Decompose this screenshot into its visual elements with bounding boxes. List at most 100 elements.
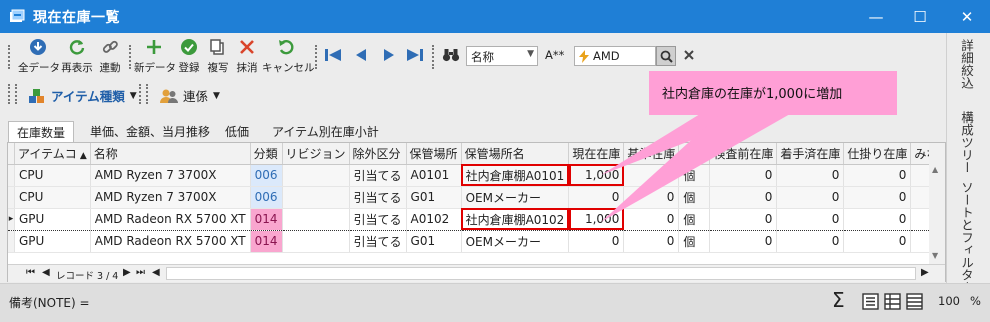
cell-name[interactable]: AMD Radeon RX 5700 XT [90,207,251,231]
refresh-button[interactable]: 再表示 [58,37,96,77]
cell-pre-inspection[interactable]: 0 [709,164,778,187]
maximize-button[interactable]: ☐ [897,0,943,33]
cell-wip[interactable]: 0 [843,207,912,231]
cell-item-code[interactable]: CPU [14,186,91,209]
cell-name[interactable]: AMD Radeon RX 5700 XT [90,230,251,253]
cell-location[interactable]: G01 [406,186,462,209]
tab-detail-filter[interactable]: 詳細絞込 [957,39,976,89]
search-input[interactable]: AMD [574,46,656,66]
scroll-down-icon[interactable]: ▼ [932,251,938,260]
match-mode-toggle[interactable]: A** [545,48,564,62]
cell-wip[interactable]: 0 [843,230,912,253]
cell-wip[interactable]: 0 [843,186,912,209]
find-binoculars-button[interactable] [440,44,462,66]
toolbar-grip[interactable] [8,84,12,104]
first-record-button[interactable] [322,44,344,66]
cell-exclusion[interactable]: 引当てる [349,230,407,253]
cell-started[interactable]: 0 [776,164,845,187]
grid-view-icon[interactable] [884,293,901,310]
column-header[interactable]: 単位 [678,143,711,165]
minimize-button[interactable]: — [853,0,899,33]
register-button[interactable]: 登録 [175,37,203,77]
cell-revision[interactable] [282,207,350,231]
nav-next-icon[interactable]: ▶ [123,267,131,278]
cell-location-name[interactable]: 社内倉庫棚A0101 [461,164,570,187]
cell-unit[interactable]: 個 [678,207,711,231]
cell-base-stock[interactable]: 0 [623,186,680,209]
next-record-button[interactable] [378,44,400,66]
cell-base-stock[interactable]: 0 [623,230,680,253]
prev-record-button[interactable] [350,44,372,66]
cell-exclusion[interactable]: 引当てる [349,207,407,231]
cell-started[interactable]: 0 [776,186,845,209]
delete-button[interactable]: 抹消 [233,37,261,77]
column-header[interactable]: 名称 [90,143,251,165]
cell-base-stock[interactable]: 0 [623,164,680,187]
cell-base-stock[interactable]: 0 [623,207,680,231]
search-field-select[interactable]: 名称 ▼ [466,46,538,66]
table-row[interactable]: CPU AMD Ryzen 7 3700X 006 引当てる A0101 社内倉… [8,164,945,187]
copy-button[interactable]: 複写 [204,37,232,77]
cell-location[interactable]: A0102 [406,207,462,231]
column-header[interactable]: リビジョン [282,143,350,165]
clear-search-button[interactable] [678,44,700,66]
nav-prev-icon[interactable]: ◀ [42,267,50,278]
column-header[interactable]: 保管場所名 [461,143,570,165]
cell-unit[interactable]: 個 [678,164,711,187]
cell-category[interactable]: 014 [250,230,283,253]
cell-pre-inspection[interactable]: 0 [709,230,778,253]
cell-category[interactable]: 006 [250,164,283,187]
nav-scroll-left-icon[interactable]: ◀ [152,267,160,278]
column-header[interactable]: アイテムコ ▲ [14,143,91,165]
vertical-scrollbar[interactable]: ▲ ▼ [929,143,945,265]
cell-location-name[interactable]: 社内倉庫棚A0102 [461,207,570,231]
column-header[interactable]: 除外区分 [349,143,407,165]
cell-revision[interactable] [282,186,350,209]
nav-last-icon[interactable]: ⏭ [136,267,145,278]
column-header[interactable]: 検査前在庫 [709,143,778,165]
cell-pre-inspection[interactable]: 0 [709,207,778,231]
toolbar-grip[interactable] [432,45,436,69]
toolbar-grip[interactable] [8,45,12,69]
column-header[interactable]: 仕掛り在庫 [843,143,912,165]
sigma-icon[interactable]: Σ [832,288,845,312]
cell-unit[interactable]: 個 [678,230,711,253]
tab-low-price[interactable]: 低価 [217,121,257,143]
horizontal-scrollbar[interactable] [166,267,916,280]
column-header[interactable]: 分類 [250,143,283,165]
close-window-button[interactable]: ✕ [944,0,990,33]
cell-item-code[interactable]: CPU [14,164,91,187]
cell-name[interactable]: AMD Ryzen 7 3700X [90,164,251,187]
toolbar-grip[interactable] [146,84,150,104]
cell-exclusion[interactable]: 引当てる [349,164,407,187]
column-header[interactable]: 基準在庫 [623,143,680,165]
cell-pre-inspection[interactable]: 0 [709,186,778,209]
cell-item-code[interactable]: GPU [14,207,91,231]
item-type-dropdown[interactable]: アイテム種類 ▼ [28,86,137,105]
cell-revision[interactable] [282,164,350,187]
cell-current-stock[interactable]: 0 [568,230,625,253]
toolbar-grip[interactable] [15,84,19,104]
column-header[interactable]: 着手済在庫 [776,143,845,165]
table-row-current[interactable]: ▸ GPU AMD Radeon RX 5700 XT 014 引当てる A01… [8,207,945,231]
tab-sort-filter[interactable]: ソートとフィルター [957,181,976,294]
cell-current-stock[interactable]: 1,000 [568,207,625,231]
cell-location[interactable]: A0101 [406,164,462,187]
toolbar-grip[interactable] [315,45,319,69]
last-record-button[interactable] [404,44,426,66]
toolbar-grip[interactable] [139,84,143,104]
cell-location-name[interactable]: OEMメーカー [461,186,570,209]
nav-first-icon[interactable]: ⏮ [26,267,35,278]
column-header[interactable]: 保管場所 [406,143,462,165]
zoom-level[interactable]: 100 [938,294,960,308]
tab-item-subtotal[interactable]: アイテム別在庫小計 [264,121,387,143]
cell-unit[interactable]: 個 [678,186,711,209]
cell-started[interactable]: 0 [776,230,845,253]
cell-started[interactable]: 0 [776,207,845,231]
cell-current-stock[interactable]: 0 [568,186,625,209]
cell-current-stock[interactable]: 1,000 [568,164,625,187]
search-button[interactable] [656,46,676,66]
cell-category[interactable]: 014 [250,207,283,231]
table-row[interactable]: GPU AMD Radeon RX 5700 XT 014 引当てる G01 O… [8,230,945,253]
cell-revision[interactable] [282,230,350,253]
